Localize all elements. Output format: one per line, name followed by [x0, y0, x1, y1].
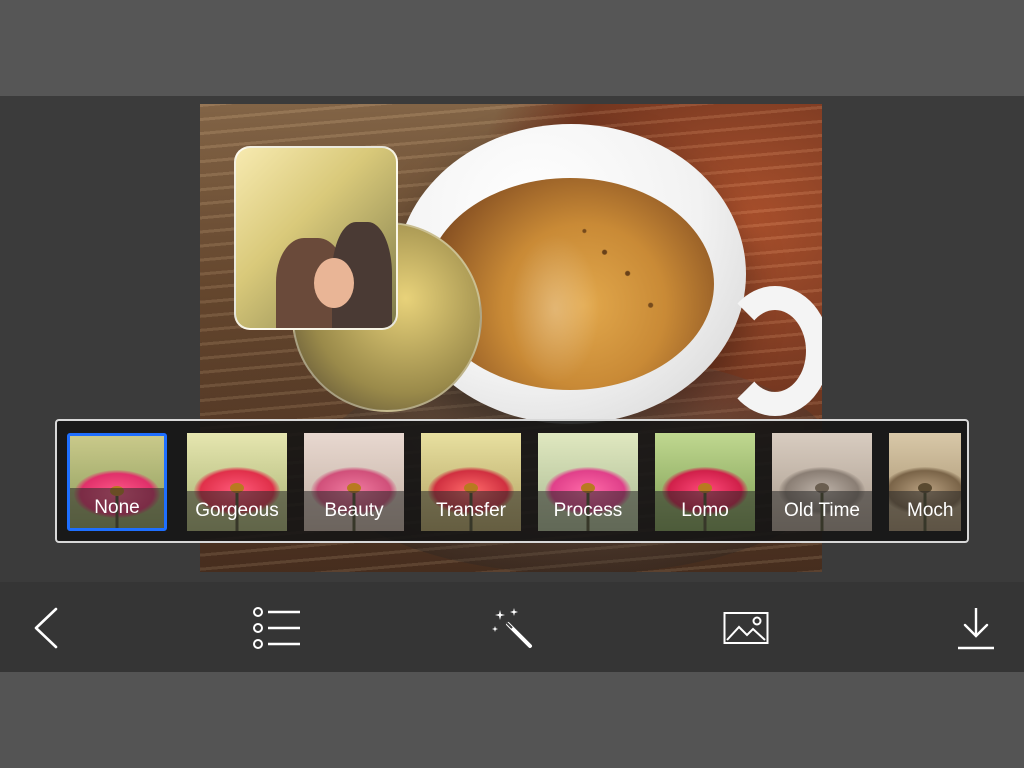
photo-frame-square[interactable] [234, 146, 398, 330]
download-icon [955, 604, 997, 652]
filter-label: Old Time [772, 491, 872, 531]
list-icon [252, 606, 302, 650]
filter-label: Lomo [655, 491, 755, 531]
filter-item-mocha[interactable]: Moch [889, 433, 961, 531]
filter-item-beauty[interactable]: Beauty [304, 433, 404, 531]
filter-item-transfer[interactable]: Transfer [421, 433, 521, 531]
filter-item-lomo[interactable]: Lomo [655, 433, 755, 531]
top-band [0, 0, 1024, 96]
filter-item-process[interactable]: Process [538, 433, 638, 531]
filter-label: Transfer [421, 491, 521, 531]
filter-label: Process [538, 491, 638, 531]
magic-wand-icon [490, 606, 534, 650]
filter-label: None [70, 488, 164, 528]
save-button[interactable] [954, 600, 998, 656]
filter-item-none[interactable]: None [67, 433, 167, 531]
filter-label: Gorgeous [187, 491, 287, 531]
filter-label: Beauty [304, 491, 404, 531]
filter-label: Moch [889, 491, 961, 531]
couple-face [314, 258, 354, 308]
steam [510, 234, 600, 384]
back-arrow-icon [32, 606, 60, 650]
filter-item-old-time[interactable]: Old Time [772, 433, 872, 531]
effects-button[interactable] [488, 600, 536, 656]
bottom-band [0, 672, 1024, 768]
back-button[interactable] [28, 600, 64, 656]
filter-strip[interactable]: None Gorgeous Beauty Transfer Process Lo… [55, 419, 969, 543]
image-icon [723, 610, 769, 646]
list-button[interactable] [250, 600, 304, 656]
cup-handle [720, 286, 822, 416]
filter-item-gorgeous[interactable]: Gorgeous [187, 433, 287, 531]
gallery-button[interactable] [722, 600, 770, 656]
